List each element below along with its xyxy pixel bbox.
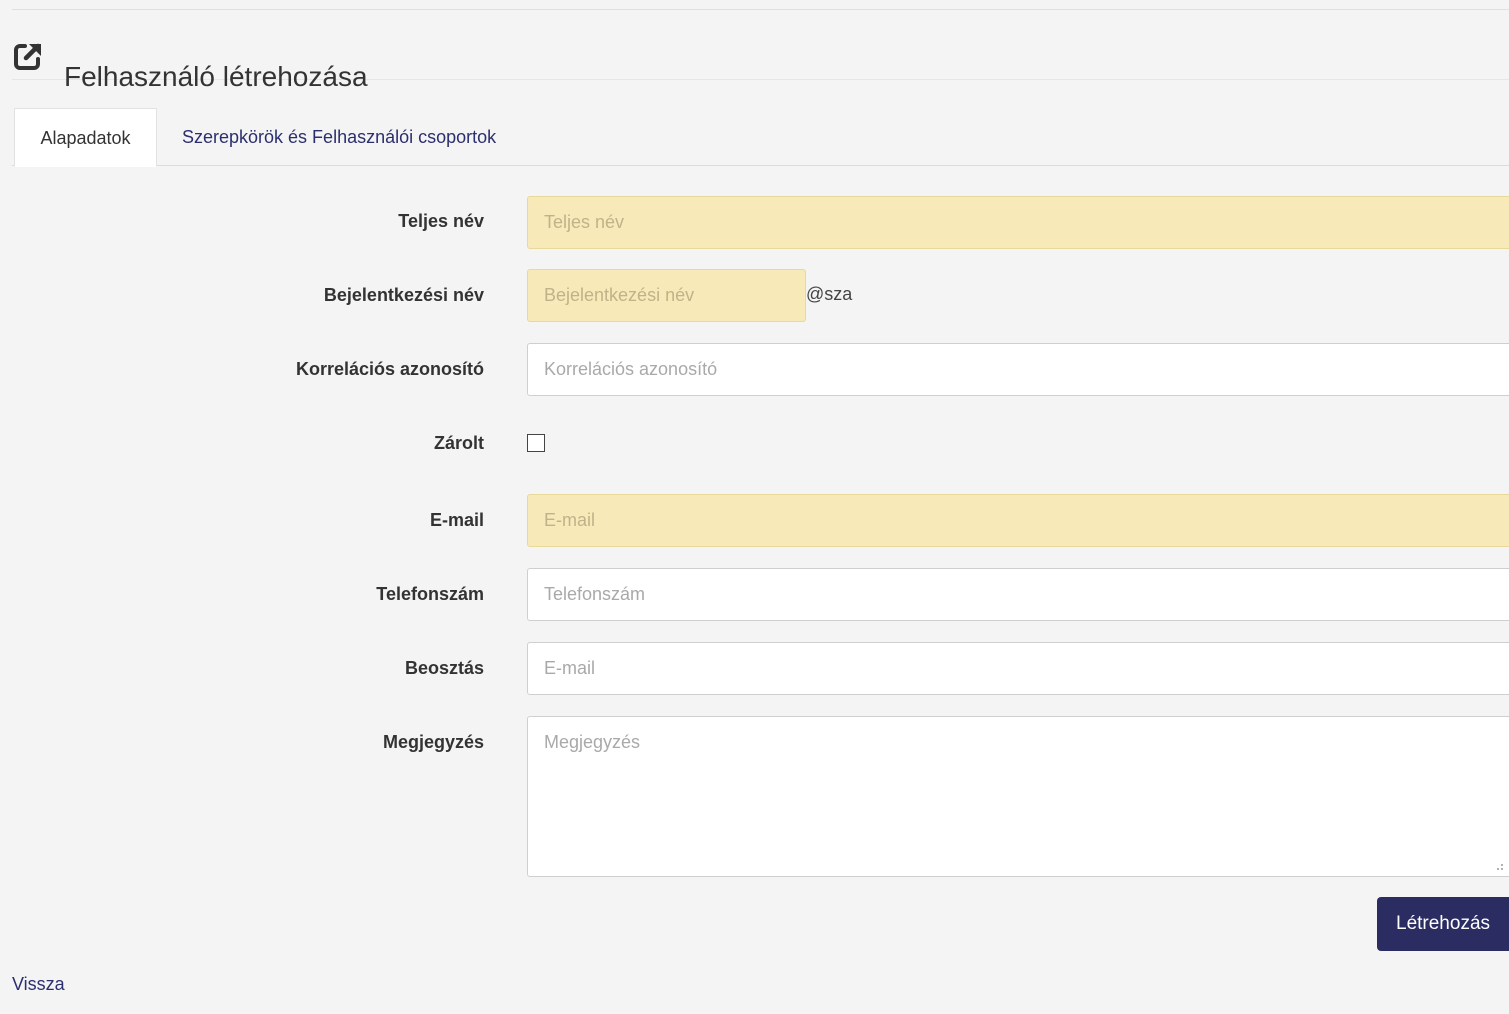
phone-input[interactable] bbox=[527, 568, 1509, 621]
tab-bar: Alapadatok Szerepkörök és Felhasználói c… bbox=[12, 108, 1509, 167]
position-label: Beosztás bbox=[404, 658, 484, 678]
back-link[interactable]: Vissza bbox=[12, 974, 65, 995]
external-link-icon bbox=[12, 40, 44, 72]
tab-basic-data[interactable]: Alapadatok bbox=[14, 108, 157, 167]
page-title: Felhasználó létrehozása bbox=[64, 60, 368, 92]
phone-label: Telefonszám bbox=[376, 584, 484, 604]
title-row: Felhasználó létrehozása bbox=[12, 36, 1509, 92]
top-divider bbox=[12, 9, 1509, 10]
full-name-input[interactable] bbox=[527, 196, 1509, 249]
login-domain-suffix: @sza bbox=[806, 284, 853, 304]
correlation-id-input[interactable] bbox=[527, 343, 1509, 396]
note-label: Megjegyzés bbox=[382, 732, 484, 752]
locked-checkbox[interactable] bbox=[527, 434, 545, 452]
full-name-label: Teljes név bbox=[398, 211, 484, 231]
position-input[interactable] bbox=[527, 642, 1509, 695]
tab-roles-and-groups[interactable]: Szerepkörök és Felhasználói csoportok bbox=[182, 108, 496, 166]
email-input[interactable] bbox=[527, 494, 1509, 547]
locked-label: Zárolt bbox=[433, 433, 484, 453]
resize-grip-icon[interactable] bbox=[1492, 858, 1504, 870]
email-label: E-mail bbox=[429, 510, 484, 530]
login-name-label: Bejelentkezési név bbox=[323, 285, 484, 305]
create-button[interactable]: Létrehozás bbox=[1377, 897, 1509, 951]
note-textarea[interactable] bbox=[527, 716, 1509, 877]
login-name-input[interactable] bbox=[527, 269, 806, 322]
page: Felhasználó létrehozása Alapadatok Szere… bbox=[0, 0, 1509, 1014]
correlation-id-label: Korrelációs azonosító bbox=[295, 359, 484, 379]
